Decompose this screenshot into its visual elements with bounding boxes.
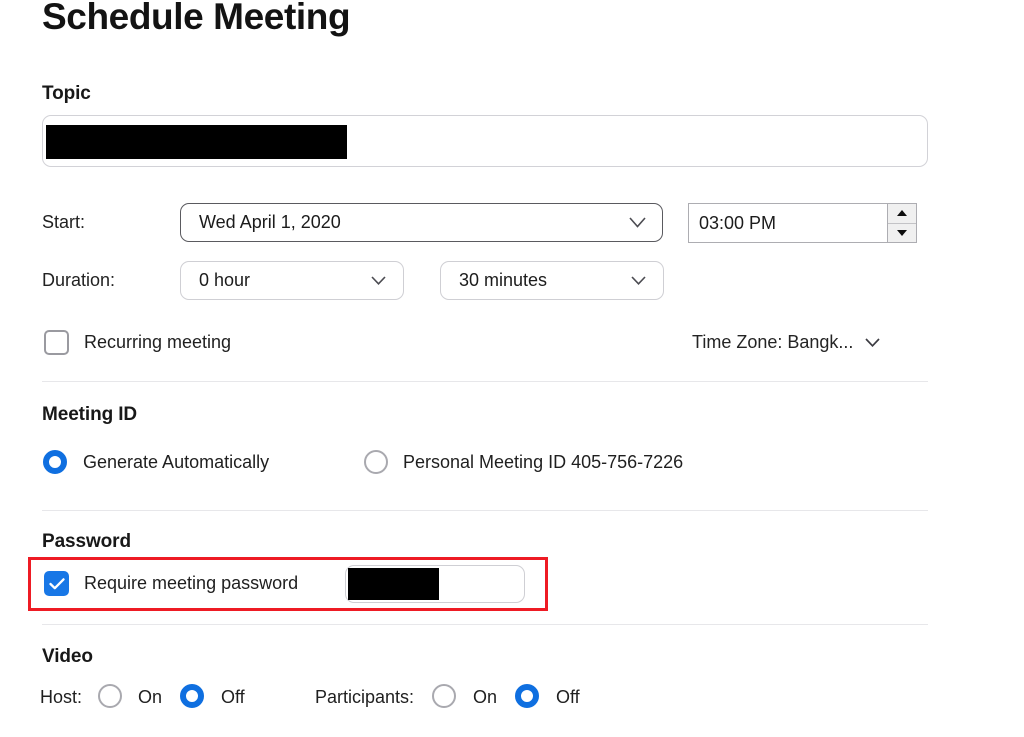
topic-redaction-bar bbox=[46, 125, 347, 159]
check-icon bbox=[48, 577, 65, 589]
label-participants-video-off: Off bbox=[556, 687, 580, 707]
chevron-down-icon bbox=[865, 334, 881, 352]
divider bbox=[42, 510, 928, 511]
recurring-meeting-checkbox[interactable] bbox=[44, 330, 69, 355]
password-section-label: Password bbox=[42, 531, 131, 552]
divider bbox=[42, 624, 928, 625]
require-password-checkbox[interactable] bbox=[44, 571, 69, 596]
start-time-input[interactable]: 03:00 PM bbox=[688, 203, 917, 243]
chevron-down-icon bbox=[624, 204, 650, 241]
label-generate-automatically: Generate Automatically bbox=[83, 452, 270, 472]
radio-host-video-on[interactable] bbox=[98, 684, 122, 708]
radio-participants-video-on[interactable] bbox=[432, 684, 456, 708]
timezone-selector[interactable]: Time Zone: Bangk... bbox=[692, 332, 881, 353]
start-time-value: 03:00 PM bbox=[699, 212, 777, 233]
timezone-value: Time Zone: Bangk... bbox=[692, 332, 854, 352]
chevron-down-icon bbox=[625, 262, 651, 299]
start-date-value: Wed April 1, 2020 bbox=[199, 212, 341, 232]
start-label: Start: bbox=[42, 212, 86, 232]
triangle-down-icon[interactable] bbox=[888, 223, 916, 242]
divider bbox=[42, 381, 928, 382]
topic-input[interactable] bbox=[42, 115, 928, 167]
radio-host-video-off[interactable] bbox=[180, 684, 204, 708]
start-date-select[interactable]: Wed April 1, 2020 bbox=[180, 203, 663, 242]
radio-generate-automatically[interactable] bbox=[43, 450, 67, 474]
label-host-video-off: Off bbox=[221, 687, 245, 707]
duration-hours-value: 0 hour bbox=[199, 270, 251, 290]
recurring-meeting-label: Recurring meeting bbox=[84, 332, 232, 352]
video-section-label: Video bbox=[42, 646, 93, 667]
label-personal-meeting-id: Personal Meeting ID 405-756-7226 bbox=[403, 452, 684, 472]
schedule-meeting-dialog: Schedule Meeting Topic Start: Wed April … bbox=[0, 0, 1024, 737]
meeting-id-section-label: Meeting ID bbox=[42, 404, 138, 425]
radio-personal-meeting-id[interactable] bbox=[364, 450, 388, 474]
topic-label: Topic bbox=[42, 83, 91, 104]
duration-minutes-select[interactable]: 30 minutes bbox=[440, 261, 664, 300]
host-video-label: Host: bbox=[40, 687, 83, 707]
chevron-down-icon bbox=[365, 262, 391, 299]
radio-participants-video-off[interactable] bbox=[515, 684, 539, 708]
triangle-up-icon[interactable] bbox=[888, 204, 916, 224]
require-password-label: Require meeting password bbox=[84, 573, 299, 593]
duration-minutes-value: 30 minutes bbox=[459, 270, 548, 290]
duration-label: Duration: bbox=[42, 270, 116, 290]
label-host-video-on: On bbox=[138, 687, 163, 707]
time-spinner[interactable] bbox=[887, 204, 916, 242]
participants-video-label: Participants: bbox=[315, 687, 415, 707]
label-participants-video-on: On bbox=[473, 687, 498, 707]
page-title: Schedule Meeting bbox=[42, 0, 351, 37]
password-redaction-bar bbox=[348, 568, 439, 600]
password-input[interactable] bbox=[345, 565, 525, 603]
duration-hours-select[interactable]: 0 hour bbox=[180, 261, 404, 300]
